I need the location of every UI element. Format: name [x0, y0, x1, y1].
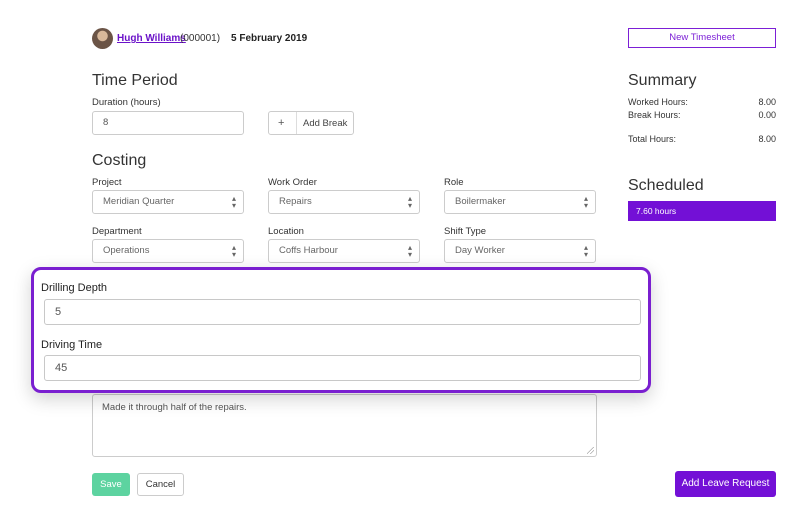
shift-type-value: Day Worker: [455, 245, 505, 256]
project-value: Meridian Quarter: [103, 196, 175, 207]
drilling-depth-input[interactable]: 5: [44, 299, 641, 325]
break-hours-value: 0.00: [758, 110, 776, 120]
project-select[interactable]: Meridian Quarter ▴ ▾: [92, 190, 244, 214]
select-arrows-icon: ▴ ▾: [583, 243, 588, 259]
department-select[interactable]: Operations ▴ ▾: [92, 239, 244, 263]
notes-textarea[interactable]: Made it through half of the repairs.: [92, 394, 597, 457]
add-leave-request-button[interactable]: Add Leave Request: [675, 471, 776, 497]
break-hours-label: Break Hours:: [628, 110, 681, 120]
role-select[interactable]: Boilermaker ▴ ▾: [444, 190, 596, 214]
worked-hours-label: Worked Hours:: [628, 97, 688, 107]
time-period-heading: Time Period: [92, 72, 178, 89]
location-value: Coffs Harbour: [279, 245, 338, 256]
department-label: Department: [92, 226, 142, 237]
user-avatar: [92, 28, 113, 49]
total-hours-value: 8.00: [758, 134, 776, 144]
new-timesheet-button[interactable]: New Timesheet: [628, 28, 776, 48]
resize-handle-icon[interactable]: [587, 447, 594, 454]
driving-time-input[interactable]: 45: [44, 355, 641, 381]
notes-text: Made it through half of the repairs.: [102, 402, 247, 413]
select-arrows-icon: ▴ ▾: [231, 194, 236, 210]
location-select[interactable]: Coffs Harbour ▴ ▾: [268, 239, 420, 263]
work-order-label: Work Order: [268, 177, 317, 188]
work-order-value: Repairs: [279, 196, 312, 207]
shift-type-label: Shift Type: [444, 226, 487, 237]
select-arrows-icon: ▴ ▾: [407, 243, 412, 259]
timesheet-date: 5 February 2019: [231, 33, 308, 44]
location-label: Location: [268, 226, 304, 237]
cancel-button[interactable]: Cancel: [137, 473, 184, 496]
department-value: Operations: [103, 245, 150, 256]
role-label: Role: [444, 177, 464, 188]
button-divider: [296, 112, 297, 134]
costing-heading: Costing: [92, 152, 147, 169]
custom-fields-panel: Drilling Depth 5 Driving Time 45: [31, 267, 651, 393]
scheduled-heading: Scheduled: [628, 177, 704, 194]
user-name-link[interactable]: Hugh Williams: [117, 33, 186, 44]
shift-type-select[interactable]: Day Worker ▴ ▾: [444, 239, 596, 263]
summary-heading: Summary: [628, 72, 697, 89]
project-label: Project: [92, 177, 122, 188]
user-id: (000001): [180, 33, 221, 44]
drilling-depth-label: Drilling Depth: [41, 282, 108, 294]
add-break-label: Add Break: [303, 118, 348, 129]
select-arrows-icon: ▴ ▾: [583, 194, 588, 210]
driving-time-label: Driving Time: [41, 339, 103, 351]
save-button[interactable]: Save: [92, 473, 130, 496]
scheduled-hours-bar: 7.60 hours: [628, 201, 776, 221]
work-order-select[interactable]: Repairs ▴ ▾: [268, 190, 420, 214]
add-break-button[interactable]: + Add Break: [268, 111, 354, 135]
total-hours-label: Total Hours:: [628, 134, 677, 144]
plus-icon: +: [278, 117, 285, 129]
role-value: Boilermaker: [455, 196, 506, 207]
select-arrows-icon: ▴ ▾: [231, 243, 236, 259]
worked-hours-value: 8.00: [758, 97, 776, 107]
duration-input[interactable]: 8: [92, 111, 244, 135]
duration-label: Duration (hours): [92, 97, 161, 108]
select-arrows-icon: ▴ ▾: [407, 194, 412, 210]
